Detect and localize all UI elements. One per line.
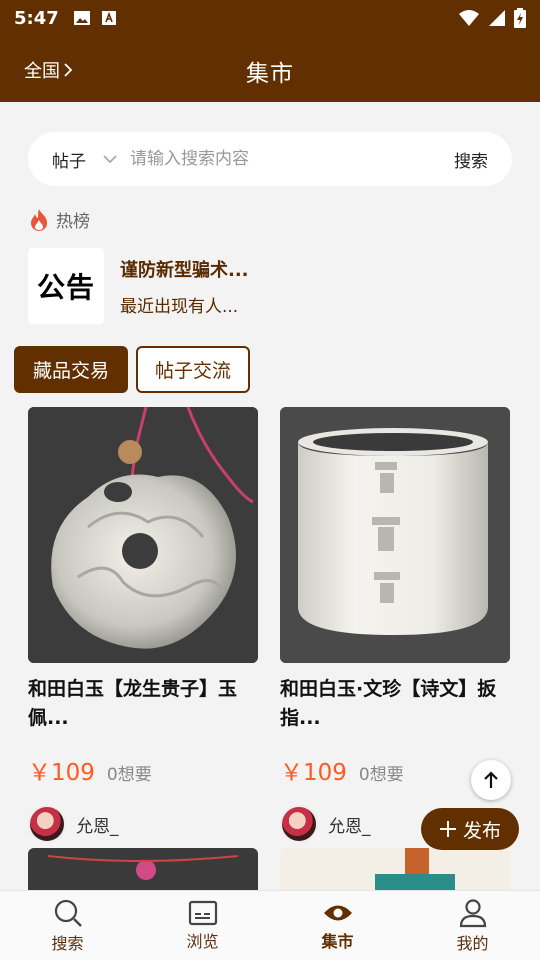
product-wants: 0想要: [358, 765, 404, 785]
browse-icon: [188, 900, 217, 925]
product-title: 和田白玉【龙生贵子】玉佩...: [28, 678, 238, 729]
nav-search[interactable]: 搜索: [0, 891, 135, 960]
product-title: 和田白玉·文珍【诗文】扳指...: [280, 678, 497, 729]
wifi-icon: [459, 10, 479, 26]
bottom-navigation: 搜索 浏览 集市 我的: [0, 890, 540, 960]
publish-label: 发布: [462, 819, 501, 842]
product-image-partial[interactable]: [28, 848, 258, 890]
title-bar: 全国 集市: [0, 36, 540, 102]
publish-button[interactable]: 发布: [421, 808, 519, 850]
profile-icon: [459, 898, 486, 927]
product-card[interactable]: 和田白玉【龙生贵子】玉佩... ￥109 0想要 允恩_: [28, 407, 258, 843]
scroll-to-top-button[interactable]: [471, 760, 511, 800]
search-icon: [54, 899, 82, 927]
search-type-select[interactable]: 帖子: [52, 147, 86, 172]
status-bar: 5:47: [0, 0, 540, 36]
hot-label: 热榜: [56, 212, 90, 232]
product-image[interactable]: [280, 407, 510, 663]
notice-item[interactable]: 公告 谨防新型骗术... 最近出现有人...: [28, 248, 512, 324]
search-bar: 帖子 搜索: [28, 132, 512, 186]
nav-search-label: 搜索: [51, 933, 84, 953]
nav-market[interactable]: 集市: [270, 891, 405, 960]
nav-profile-label: 我的: [456, 933, 489, 953]
category-tabs: 藏品交易 帖子交流: [14, 346, 251, 393]
avatar[interactable]: [28, 805, 66, 843]
notice-title: 谨防新型骗术...: [120, 259, 249, 281]
product-image-partial[interactable]: [280, 848, 510, 890]
notice-description: 最近出现有人...: [120, 296, 239, 317]
product-price: ￥109: [280, 760, 347, 786]
search-input[interactable]: [130, 149, 454, 169]
image-notification-icon: [73, 11, 90, 25]
seller-name: 允恩_: [76, 816, 119, 837]
arrow-up-icon: [484, 771, 498, 788]
fire-icon: [31, 208, 47, 231]
search-button[interactable]: 搜索: [454, 147, 488, 172]
signal-icon: [489, 10, 505, 26]
product-price: ￥109: [28, 760, 95, 786]
chevron-down-icon[interactable]: [102, 154, 118, 164]
tab-collectibles-trade[interactable]: 藏品交易: [14, 346, 129, 393]
hot-list-header: 热榜: [28, 207, 90, 232]
status-time: 5:47: [14, 7, 59, 29]
product-image[interactable]: [28, 407, 258, 663]
page-title: 集市: [246, 61, 294, 87]
battery-icon: [514, 8, 526, 28]
nav-browse-label: 浏览: [186, 931, 219, 951]
plus-icon: [439, 821, 456, 837]
nav-browse[interactable]: 浏览: [135, 891, 270, 960]
nav-market-label: 集市: [321, 931, 354, 951]
avatar[interactable]: [280, 805, 318, 843]
product-wants: 0想要: [106, 765, 152, 785]
notice-thumbnail: 公告: [28, 248, 104, 324]
tab-post-exchange[interactable]: 帖子交流: [136, 346, 251, 393]
market-icon: [323, 905, 352, 920]
seller-name: 允恩_: [328, 816, 371, 837]
nav-profile[interactable]: 我的: [405, 891, 540, 960]
app-notification-icon: [101, 11, 116, 25]
seller-info[interactable]: 允恩_: [28, 805, 258, 843]
